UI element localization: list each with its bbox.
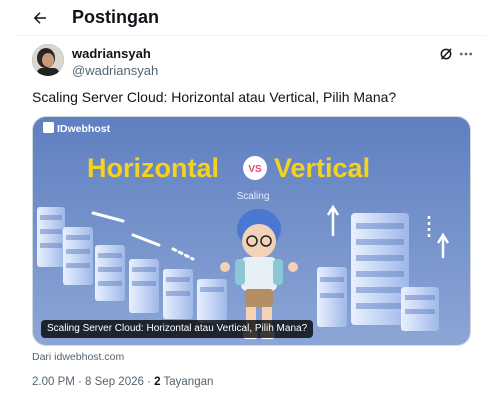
link-source[interactable]: Dari idwebhost.com bbox=[32, 350, 124, 364]
author-handle[interactable]: @wadriansyah bbox=[72, 63, 158, 79]
grok-button[interactable] bbox=[436, 44, 456, 64]
grok-icon bbox=[440, 48, 452, 60]
page-title: Postingan bbox=[72, 7, 160, 27]
avatar-image bbox=[32, 44, 64, 76]
author-display-name[interactable]: wadriansyah bbox=[72, 46, 151, 62]
card-caption: Scaling Server Cloud: Horizontal atau Ve… bbox=[41, 320, 314, 338]
link-card[interactable]: IDwebhost Horizontal VS Vertical Scaling bbox=[32, 116, 471, 346]
header-bar: Postingan bbox=[0, 0, 500, 36]
link-card-image: IDwebhost Horizontal VS Vertical Scaling bbox=[33, 117, 470, 345]
avatar[interactable] bbox=[32, 44, 64, 76]
back-button[interactable] bbox=[28, 6, 52, 30]
card-brand: IDwebhost bbox=[57, 123, 111, 135]
header-divider bbox=[16, 35, 486, 36]
post-text: Scaling Server Cloud: Horizontal atau Ve… bbox=[32, 89, 397, 105]
card-headline-left: Horizontal bbox=[87, 153, 219, 183]
more-options-button[interactable] bbox=[456, 44, 476, 64]
card-subtitle: Scaling bbox=[237, 191, 270, 202]
views-label: Tayangan bbox=[160, 376, 214, 388]
card-headline-right: Vertical bbox=[274, 153, 370, 183]
more-horizontal-icon bbox=[460, 52, 472, 56]
card-vs: VS bbox=[248, 164, 262, 175]
post-meta: 2.00 PM · 8 Sep 2026 · 2 Tayangan bbox=[32, 375, 213, 389]
post-timestamp[interactable]: 2.00 PM · 8 Sep 2026 · bbox=[32, 376, 154, 388]
arrow-left-icon bbox=[33, 12, 46, 24]
